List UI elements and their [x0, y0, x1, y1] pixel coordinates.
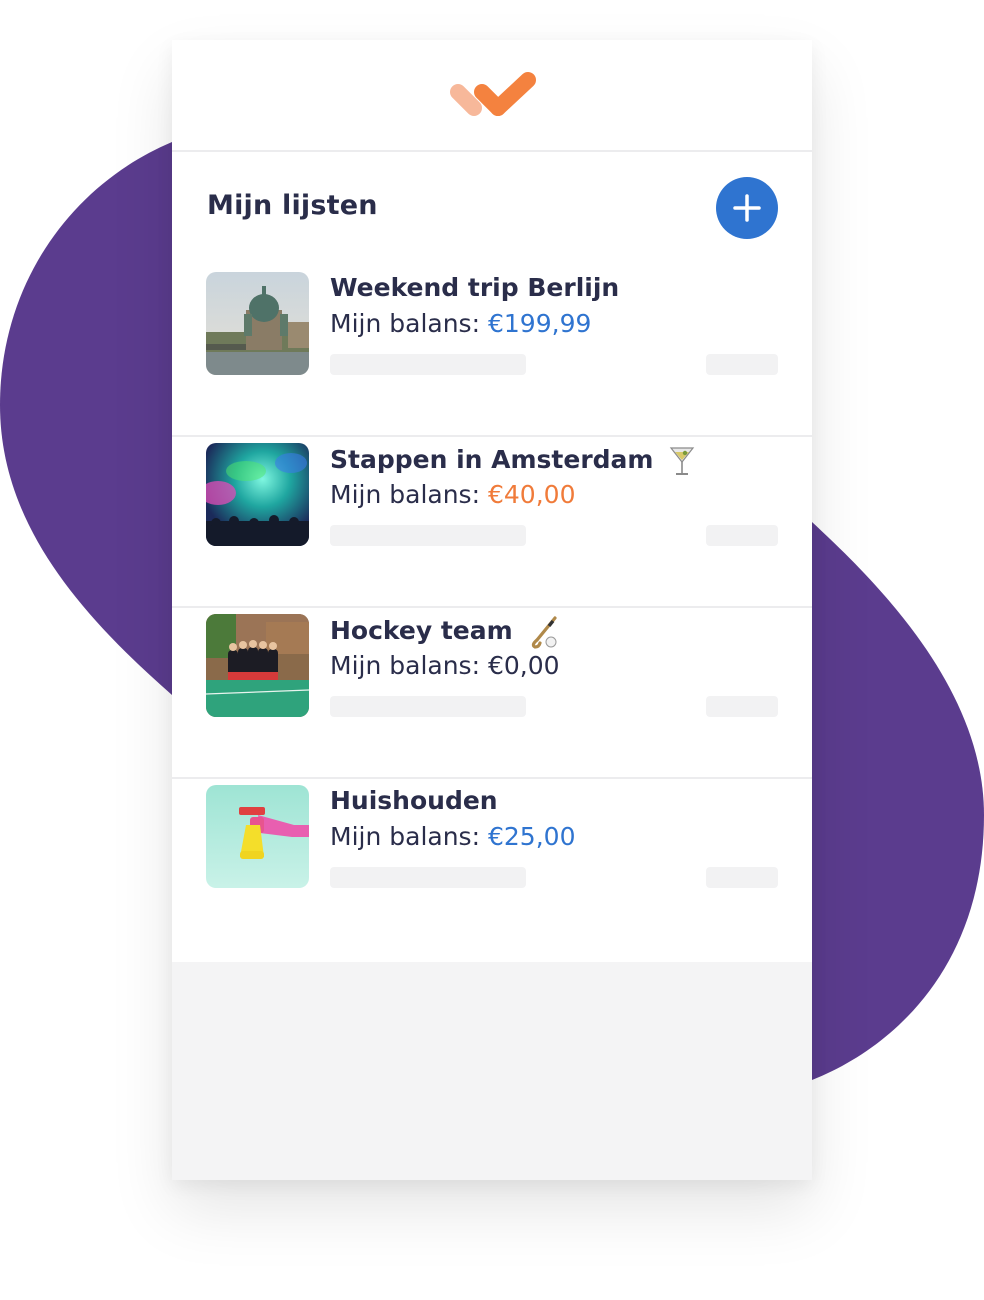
balance-line: Mijn balans: €0,00 — [330, 651, 560, 680]
concert-lights-photo — [206, 443, 309, 546]
balance-label: Mijn balans: — [330, 480, 480, 509]
list-item-huishouden[interactable]: Huishouden Mijn balans: €25,00 — [172, 778, 812, 948]
list-title: Weekend trip Berlijn — [330, 273, 619, 302]
skeleton-placeholder — [330, 867, 526, 888]
skeleton-placeholder — [706, 867, 778, 888]
balance-amount: €25,00 — [488, 822, 576, 851]
list-title-text: Weekend trip Berlijn — [330, 273, 620, 302]
list-title: Hockey team — [330, 615, 561, 649]
berlin-cathedral-photo — [206, 272, 309, 375]
list-title: Stappen in Amsterdam — [330, 444, 696, 478]
list-item-hockey-team[interactable]: Hockey team Mijn balans: €0,00 — [172, 607, 812, 779]
cocktail-glass-emoji — [669, 447, 695, 475]
skeleton-placeholder — [706, 525, 778, 546]
list-item-stappen-in-amsterdam[interactable]: Stappen in Amsterdam Mijn balans: €40,00 — [172, 436, 812, 608]
skeleton-placeholder — [706, 354, 778, 375]
list-title-text: Stappen in Amsterdam — [330, 445, 654, 474]
app-header — [172, 40, 812, 152]
section-title: Mijn lijsten — [207, 190, 378, 221]
balance-amount: €0,00 — [488, 651, 560, 680]
cleaning-spray-photo — [206, 785, 309, 888]
field-hockey-emoji — [532, 616, 557, 649]
balance-amount: €40,00 — [488, 480, 576, 509]
skeleton-placeholder — [706, 696, 778, 717]
hockey-team-photo — [206, 614, 309, 717]
balance-label: Mijn balans: — [330, 651, 480, 680]
list-item-weekend-trip-berlijn[interactable]: Weekend trip Berlijn Mijn balans: €199,99 — [172, 265, 812, 437]
skeleton-placeholder — [330, 354, 526, 375]
balance-line: Mijn balans: €40,00 — [330, 480, 575, 509]
promo-stage: Mijn lijsten Weekend trip Berlijn Mijn b… — [0, 0, 984, 1300]
add-list-button[interactable] — [716, 177, 778, 239]
balance-label: Mijn balans: — [330, 309, 480, 338]
balance-line: Mijn balans: €25,00 — [330, 822, 575, 851]
plus-icon — [733, 194, 761, 222]
balance-label: Mijn balans: — [330, 822, 480, 851]
phone-screen: Mijn lijsten Weekend trip Berlijn Mijn b… — [172, 40, 812, 1180]
balance-amount: €199,99 — [488, 309, 592, 338]
list-title: Huishouden — [330, 786, 498, 815]
balance-line: Mijn balans: €199,99 — [330, 309, 591, 338]
list-title-text: Hockey team — [330, 616, 513, 645]
skeleton-placeholder — [330, 525, 526, 546]
list-title-text: Huishouden — [330, 786, 498, 815]
skeleton-placeholder — [330, 696, 526, 717]
lists-section: Mijn lijsten Weekend trip Berlijn Mijn b… — [172, 152, 812, 962]
double-checkmark-logo-icon — [450, 72, 536, 116]
